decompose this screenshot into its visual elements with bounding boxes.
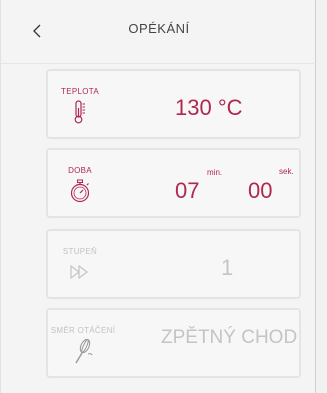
whisk-icon xyxy=(71,338,97,364)
speed-label: STUPEŇ xyxy=(62,247,98,256)
duration-minutes: 07 xyxy=(175,178,200,203)
speed-card[interactable]: STUPEŇ 1 xyxy=(46,229,301,299)
duration-seconds: 00 xyxy=(248,178,273,203)
speed-value: 1 xyxy=(221,255,234,280)
duration-card[interactable]: DOBA 07 min. 00 sek. xyxy=(46,148,301,218)
minutes-unit: min. xyxy=(207,168,223,177)
temperature-label: TEPLOTA xyxy=(61,87,99,96)
rotation-value: ZPĚTNÝ CHOD xyxy=(161,327,298,348)
stopwatch-icon xyxy=(67,178,93,204)
duration-label: DOBA xyxy=(68,166,92,175)
page-title: OPÉKÁNÍ xyxy=(128,21,190,36)
app-screen: OPÉKÁNÍ TEPLOTA 130 °C DOBA 07 min. 00 s… xyxy=(0,0,317,393)
fast-forward-icon xyxy=(67,259,93,285)
temperature-value: 130 °C xyxy=(175,95,243,120)
seconds-unit: sek. xyxy=(279,167,294,176)
temperature-card[interactable]: TEPLOTA 130 °C xyxy=(46,69,301,139)
header: OPÉKÁNÍ xyxy=(1,0,317,64)
rotation-card[interactable]: SMĚR OTÁČENÍ ZPĚTNÝ CHOD xyxy=(46,308,301,378)
thermometer-icon xyxy=(67,99,93,125)
rotation-label: SMĚR OTÁČENÍ xyxy=(50,326,116,335)
